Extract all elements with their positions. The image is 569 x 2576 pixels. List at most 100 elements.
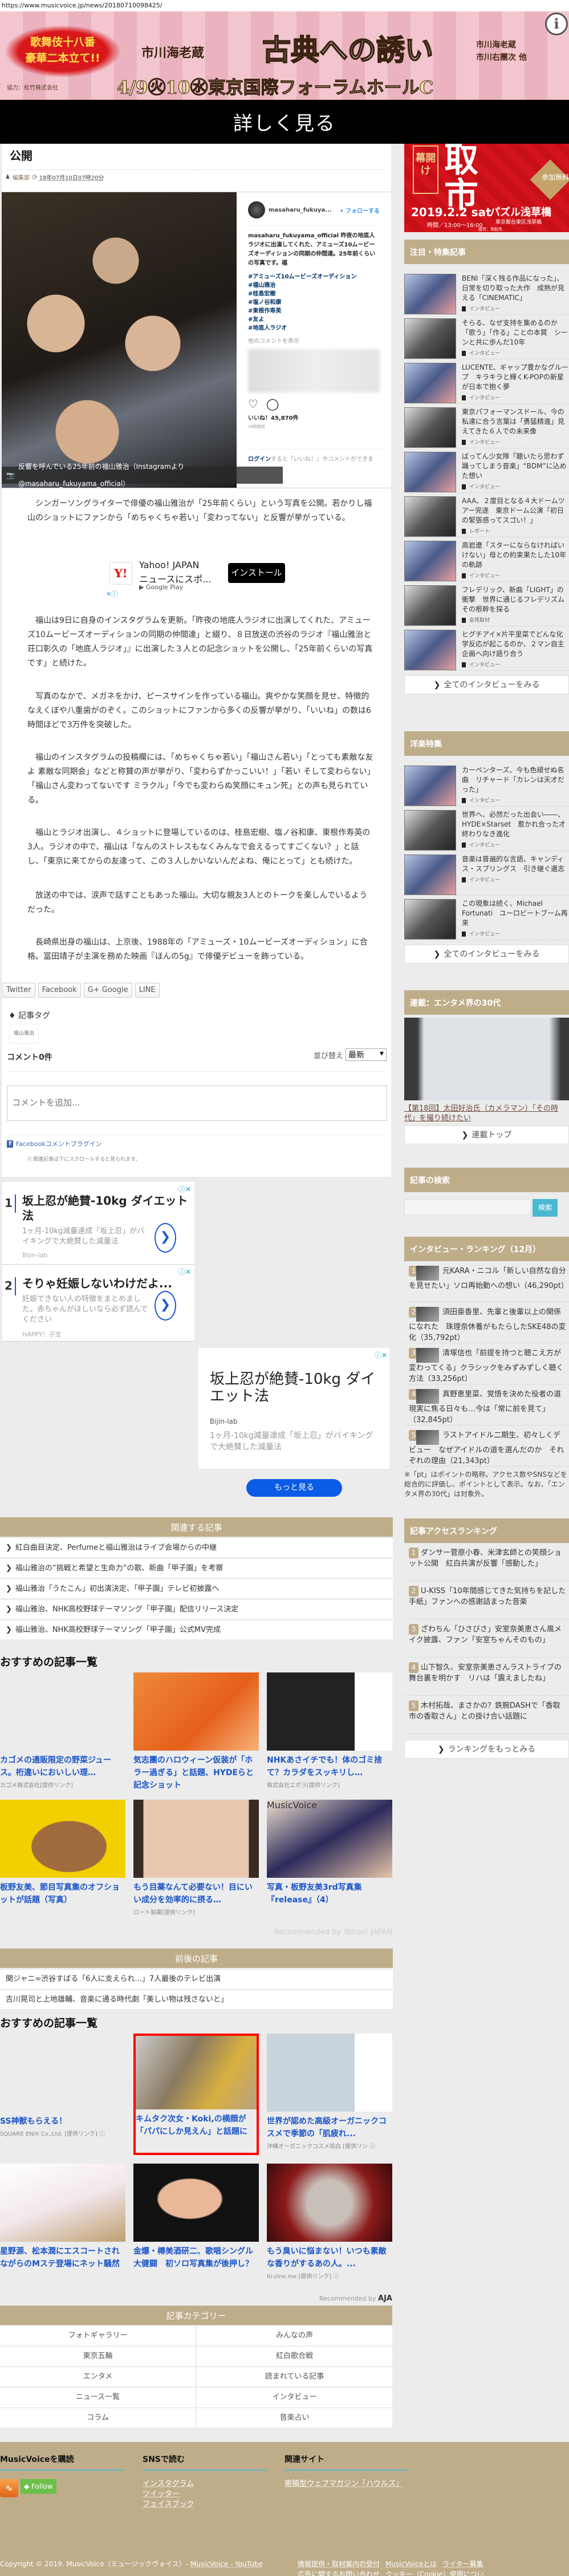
featured-article[interactable]: ばってん少女隊「聴いたら思わず踊ってしまう音楽」“BDM”に込めた想い インタビュ… — [404, 449, 569, 493]
category-link[interactable]: ニュース一覧 — [0, 2388, 196, 2407]
category-link[interactable]: エンタメ — [0, 2367, 196, 2387]
search-input[interactable] — [404, 1199, 531, 1215]
native-ad[interactable]: ⓘ✕ 坂上忍が絶賛-10kg ダイエット法 Bijin-lab 1ヶ月-10kg… — [198, 1348, 389, 1507]
related-article-link[interactable]: ❯ 紅白曲目決定、Perfumeと福山雅治はライブ会場からの中継 — [0, 1538, 393, 1557]
tag-link[interactable]: 福山雅治 — [9, 1024, 39, 1044]
category-link[interactable]: インタビュー — [197, 2388, 392, 2407]
prev-next-link[interactable]: 関ジャニ∞渋谷すばる「6人に支えられ...」7人最後のテレビ出演 — [0, 1970, 393, 1988]
login-link[interactable]: ログイン — [248, 456, 271, 463]
category-link[interactable]: 東京五輪 — [0, 2347, 196, 2366]
western-article[interactable]: 世界へ、必然だった出会い――、HYDE×Starset 惹かれ合った才 終わりな… — [404, 807, 569, 851]
app-install-ad[interactable]: Y! Yahoo! JAPAN ニュースにスポ... ▶ Google Play… — [106, 560, 286, 598]
featured-article[interactable]: BENI「深く残る作品になった」、日常を切り取った大作 成熟が見える「CINEM… — [404, 271, 569, 315]
recommend-card[interactable]: キムタク次女・Koki,の横顔が「パパにしか見えん」と話題に — [133, 2034, 259, 2155]
featured-article[interactable]: AAA、２度目となる４大ドームツアー完遂 東京ドーム公演「初日の緊張感ってスゴい… — [404, 493, 569, 537]
western-article[interactable]: 音楽は普遍的な言語、キャンディス・スプリングス 引き継ぐ遺志 インタビュー — [404, 852, 569, 896]
footer-link[interactable]: MusicVoiceとは — [385, 2560, 437, 2568]
sns-link[interactable]: ツイッター — [143, 2489, 267, 2500]
ranking-note: ※「pt」はポイントの略称。アクセス数やSNSなどを総合的に評価し、ポイントとし… — [404, 1471, 567, 1498]
ad-close-icon[interactable]: ✕ⓘ — [106, 589, 117, 598]
banner-ad[interactable]: 歌舞伎十八番 豪華二本立て!! 協力：松竹株式会社 市川海老蔵 古典への誘い 市… — [0, 11, 569, 100]
prev-next-link[interactable]: 吉川晃司と上地雄輔、音楽に通る時代劇「美しい物は残さないと」 — [0, 1990, 393, 2009]
install-button[interactable]: インストール — [228, 563, 285, 583]
featured-article[interactable]: そらる、なぜ支持を集めるのか「歌う」「作る」ことの本質 シーンと共に歩んだ10年… — [404, 315, 569, 359]
info-icon[interactable]: i — [545, 13, 568, 35]
category-link[interactable]: 紅白歌合戦 — [197, 2347, 392, 2366]
ranking-item[interactable]: 5 木村拓哉、まさかの？鉄腕DASHで「香取市の香取さん」との掛け合い話題に — [404, 1696, 569, 1734]
featured-article[interactable]: 高岩遼「スターにならなければいけない」母との約束果たした10年の軌跡 インタビュー — [404, 538, 569, 582]
recommend-card[interactable]: カゴメの通販限定の野菜ジュース。桁違いにおいしい理… カゴメ株式会社[提供リンク] — [0, 1672, 125, 1789]
series-image[interactable] — [404, 1018, 569, 1100]
ranking-item[interactable]: 1 元KARA・ニコル「新しい自然な自分を見せたい」ソロ再始動への想い（46,29… — [404, 1261, 569, 1302]
western-article[interactable]: この現象は続く、Michael Fortunati ユーロビートブーム再来 インタ… — [404, 896, 569, 940]
series-article-link[interactable]: 【第18回】太田好治氏（カメラマン）「その時代」を撮り続けたい — [404, 1104, 569, 1123]
recommend-card[interactable]: MusicVoice 写真・板野友美3rd写真集『release』（4） — [267, 1800, 392, 1917]
related-article-link[interactable]: ❯ 福山雅治、NHK高校野球テーマソング「甲子園」公式MV完成 — [0, 1621, 393, 1639]
featured-article[interactable]: ヒグチアイ×片平里菜でどんな化学反応が起こるのか、２マン自主企画へ向け語り合うイ… — [404, 627, 569, 671]
google-share-button[interactable]: G+ Google — [83, 983, 132, 998]
related-site-link[interactable]: 寄稿型ウェブマガジン「ハウルズ」 — [284, 2479, 409, 2489]
related-article-link[interactable]: ❯ 福山雅治の“挑戦と希望と生命力”の歌、新曲「甲子園」を考察 — [0, 1559, 393, 1578]
view-details-button[interactable]: 詳しく見る — [0, 100, 569, 144]
see-more-button[interactable]: もっと見る — [246, 1479, 342, 1497]
twitter-share-button[interactable]: Twitter — [2, 983, 35, 998]
western-article[interactable]: カーペンターズ、今も色褪せぬ名曲 リチャード「カレンは天才だった」 インタビュー — [404, 763, 569, 807]
recommended-by[interactable]: Recommended by AJA — [0, 2294, 392, 2303]
recommend-card[interactable]: もう目薬なんて必要ない！目にいい成分を効率的に摂る… ロート製薬[提供リンク] — [133, 1800, 259, 1917]
recommend-card[interactable]: 星野源、松本潤にエスコートされながらのMステ登場にネット騒然 — [0, 2164, 125, 2285]
author-link[interactable]: 編集部 — [13, 173, 30, 181]
sort-select[interactable]: 最新 ▾ — [346, 1048, 387, 1061]
youtube-link[interactable]: MusicVoice - YouTube — [190, 2560, 263, 2568]
ad-item[interactable]: ⓘ✕ 2 そりゃ妊娠しないわけだよ... 妊娠できない人の特徴をまとめました。赤… — [2, 1265, 194, 1342]
feedly-follow-button[interactable]: ◆ Follow — [21, 2479, 56, 2494]
featured-article[interactable]: フレデリック、新曲「LIGHT」の衝撃 世界に通じるフレデリズム その根幹を探る… — [404, 582, 569, 626]
category-link[interactable]: みんなの声 — [197, 2326, 392, 2346]
facebook-comment-plugin-link[interactable]: f Facebookコメントプラグイン — [7, 1139, 102, 1148]
more-ranking-button[interactable]: ❯ ランキングをもっとみる — [404, 1740, 569, 1759]
ad-close-icon[interactable]: ⓘ✕ — [178, 1184, 191, 1194]
featured-article[interactable]: LUCENTE、ギャップ豊かなグループ キラキラと輝くK-POPの新星が日本で抱… — [404, 360, 569, 404]
footer-link[interactable]: 情報提供・取材案内の受付 — [298, 2560, 380, 2568]
related-article-link[interactable]: ❯ 福山雅治「うたこん」初出演決定、「甲子園」テレビ初披露へ — [0, 1579, 393, 1598]
recommend-card[interactable]: NHKあさイチでも！体のゴミ捨て？カラダをスッキリし… 株式会社エポラ[提供リンク… — [267, 1672, 392, 1789]
recommend-card[interactable]: SS神獣もらえる！ SQUARE ENIX Co.,Ltd. [提供リンク] ⓘ — [0, 2034, 125, 2155]
recommend-card[interactable]: 金爆・樽美酒研二、歌唱シングル大健闘 初ソロ写真集が後押し？ — [133, 2164, 259, 2285]
search-button[interactable]: 検索 — [533, 1199, 558, 1217]
category-link[interactable]: コラム — [0, 2408, 196, 2428]
article-photo[interactable]: masaharu_fukuya... • フォローする masaharu_fuk… — [2, 192, 391, 488]
category-link[interactable]: 音楽占い — [197, 2408, 392, 2428]
recommend-card[interactable]: 世界が認めた高級オーガニックコスメで季節の「肌疲れ... 沖縄オーガニックコスメ琉… — [267, 2034, 392, 2155]
category-link[interactable]: 読まれている記事 — [197, 2367, 392, 2387]
sns-link[interactable]: フェイスブック — [143, 2500, 267, 2510]
comment-input[interactable] — [7, 1086, 387, 1121]
category-link[interactable]: フォトギャラリー — [0, 2326, 196, 2346]
ad-item[interactable]: ⓘ✕ 1 坂上忍が絶賛-10kg ダイエット法 1ヶ月-10kg減量達成「坂上忍… — [2, 1182, 194, 1265]
sns-link[interactable]: インスタグラム — [143, 2479, 267, 2489]
ad-close-icon[interactable]: ⓘ✕ — [178, 1267, 191, 1277]
recommend-card[interactable]: 板野友美、節目写真集のオフショットが話題（写真） — [0, 1800, 125, 1917]
ranking-item[interactable]: 3 ざわちん「ひさびさ」安室奈美恵さん風メイク披露、ファン「安室ちゃんそのもの」 — [404, 1619, 569, 1658]
ad-close-icon[interactable]: ⓘ✕ — [375, 1350, 387, 1360]
footer-link[interactable]: ライター募集 — [442, 2560, 483, 2568]
line-share-button[interactable]: LINE — [135, 983, 160, 998]
recommend-card[interactable]: 気志團のハロウィーン仮装が「ホラー過ぎる」と話題、HYDEらと記念ショット — [133, 1672, 259, 1790]
related-article-link[interactable]: ❯ 福山雅治、NHK高校野球テーマソング「甲子園」配信リリース決定 — [0, 1600, 393, 1619]
recommended-by[interactable]: Recommended by Yahoo! JAPAN — [0, 1928, 392, 1937]
footer-link[interactable]: 広告に関するお問い合わせ — [298, 2570, 380, 2576]
chevron-right-icon[interactable]: ❯ — [155, 1291, 176, 1321]
featured-article[interactable]: 東京パフォーマンスドール、今の私達に合う言葉は「勇猛精進」見えてきた６人での未来… — [404, 404, 569, 448]
ranking-item[interactable]: 2 須田亜香里、先輩と後輩以上の関係になれた 珠理奈休養がもたらしたSKE48の変… — [404, 1302, 569, 1343]
chevron-right-icon[interactable]: ❯ — [155, 1223, 176, 1253]
all-interviews-button[interactable]: ❯ 全てのインタビューをみる — [404, 675, 569, 694]
ranking-item[interactable]: 4 山下智久、安室奈美恵さんラストライブの舞台裏を明かす リハは「震えましたね」 — [404, 1658, 569, 1696]
rss-icon[interactable]: ∿ — [0, 2479, 18, 2497]
recommend-card[interactable]: もう臭いに悩まない！いつも素敵な香りがするあの人。... bi-zine.me [… — [267, 2164, 392, 2285]
ranking-item[interactable]: 5 ラストアイドル二期生、初々しくデビュー なぜアイドルの道を選んだのか それぞれ… — [404, 1425, 569, 1467]
ranking-item[interactable]: 1 ダンサー菅原小春、米津玄師との笑顔ショット公開 紅白共演が反響「感動した」 — [404, 1543, 569, 1581]
ranking-item[interactable]: 2 U-KISS「10年間感じてきた気持ちを記した手紙」ファンへの感謝詰まった音楽 — [404, 1581, 569, 1619]
facebook-share-button[interactable]: Facebook — [38, 983, 81, 998]
ranking-item[interactable]: 3 清塚信也「前提を持つと聴こえ方が変わってくる」クラシックをみずみずしく聴く方法… — [404, 1343, 569, 1384]
ranking-item[interactable]: 4 真野恵里菜、覚悟を決めた役者の道 現実に焦る日々も…今は「常に前を見て」（32… — [404, 1384, 569, 1425]
all-interviews-button[interactable]: ❯ 全てのインタビューをみる — [404, 945, 569, 963]
series-top-button[interactable]: ❯ 連載トップ — [404, 1125, 569, 1144]
